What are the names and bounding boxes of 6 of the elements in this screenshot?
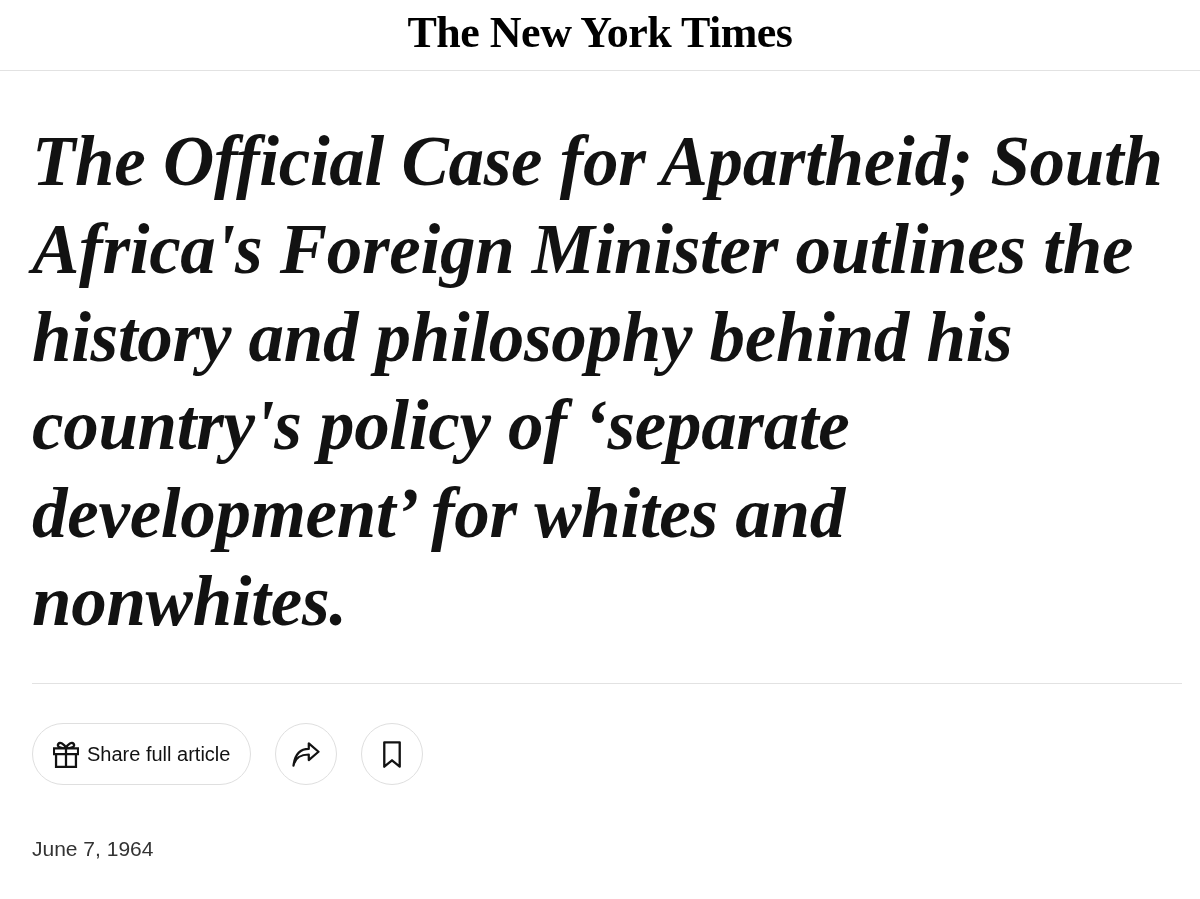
bookmark-icon bbox=[383, 740, 402, 768]
share-full-article-button[interactable]: Share full article bbox=[32, 723, 252, 785]
share-icon bbox=[292, 741, 321, 767]
newspaper-logo[interactable]: The New York Times bbox=[407, 6, 793, 58]
publication-date: June 7, 1964 bbox=[32, 837, 155, 861]
gift-icon bbox=[53, 740, 79, 768]
